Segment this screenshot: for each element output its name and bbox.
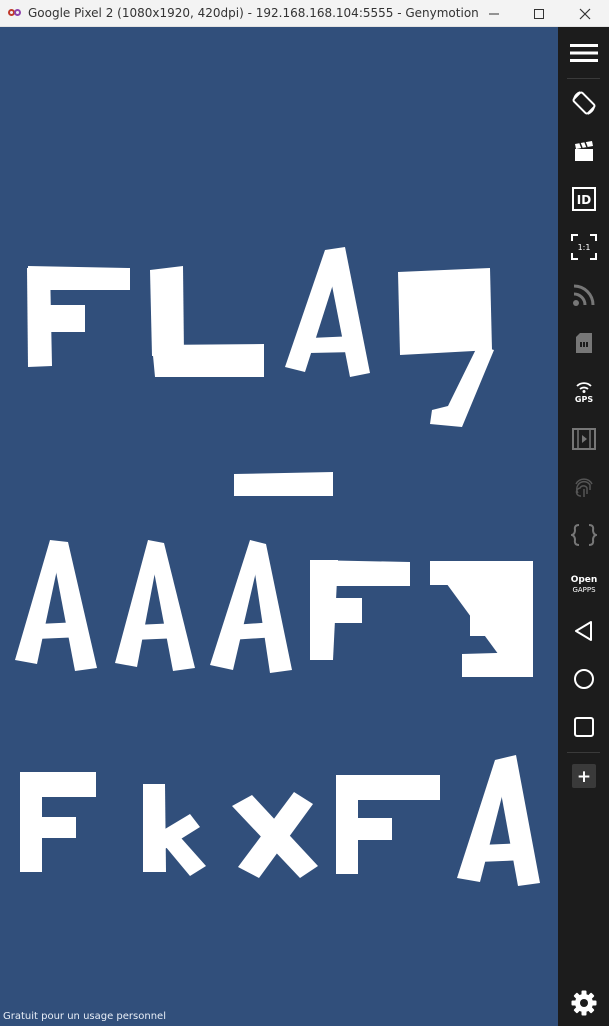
code-button[interactable] [558,513,609,557]
rotate-icon [572,91,595,115]
fingerprint-icon [574,478,593,497]
home-button[interactable] [558,657,609,701]
sim-icon [575,333,592,353]
svg-text:GAPPS: GAPPS [572,586,596,594]
gps-icon: GPS [574,382,593,403]
pixel-perfect-icon: 1:1 [570,234,597,260]
code-icon [570,524,597,546]
add-widget-button[interactable]: + [558,754,609,798]
flag-line-2 [234,472,333,496]
home-icon [573,669,594,689]
device-id-button[interactable]: ID [558,177,609,221]
opengapps-icon: Open GAPPS [570,575,597,594]
back-button[interactable] [558,609,609,653]
svg-text:+: + [576,767,590,787]
rotate-button[interactable] [558,81,609,125]
maximize-button[interactable] [516,0,562,27]
minimize-icon [489,13,499,14]
device-screen[interactable]: Gratuit pour un usage personnel [0,27,558,1026]
genymotion-toolbar: ID 1:1 GPS Open GAPPS + [558,27,609,1026]
svg-text:ID: ID [576,193,590,207]
recents-button[interactable] [558,705,609,749]
id-icon: ID [571,187,596,211]
sim-button[interactable] [558,321,609,365]
settings-button[interactable] [558,981,609,1025]
watermark-text: Gratuit pour un usage personnel [3,1011,166,1022]
flag-text-image [15,247,540,886]
capture-button[interactable] [558,129,609,173]
close-button[interactable] [562,0,608,27]
svg-text:GPS: GPS [574,395,592,403]
svg-text:1:1: 1:1 [577,243,590,252]
network-icon [572,284,594,306]
network-button[interactable] [558,273,609,317]
minimize-button[interactable] [471,0,517,27]
opengapps-button[interactable]: Open GAPPS [558,561,609,605]
window-title: Google Pixel 2 (1080x1920, 420dpi) - 192… [28,6,479,20]
menu-icon [569,44,598,62]
flag-line-3 [15,540,533,677]
media-button[interactable] [558,417,609,461]
settings-icon [571,990,596,1016]
close-icon [579,8,591,19]
toolbar-separator [567,78,600,79]
media-icon [571,428,596,450]
add-icon: + [571,764,596,788]
svg-text:Open: Open [570,575,597,585]
back-icon [574,621,592,641]
flag-line-4 [20,755,540,886]
pixel-perfect-button[interactable]: 1:1 [558,225,609,269]
fingerprint-button[interactable] [558,465,609,509]
genymotion-logo-icon [8,8,22,18]
capture-icon [574,141,593,161]
recents-icon [573,717,594,737]
maximize-icon [534,8,544,19]
gps-button[interactable]: GPS [558,369,609,413]
toolbar-separator [567,752,600,753]
flag-line-1 [27,247,494,427]
window-titlebar: Google Pixel 2 (1080x1920, 420dpi) - 192… [0,0,609,27]
menu-button[interactable] [558,31,609,75]
